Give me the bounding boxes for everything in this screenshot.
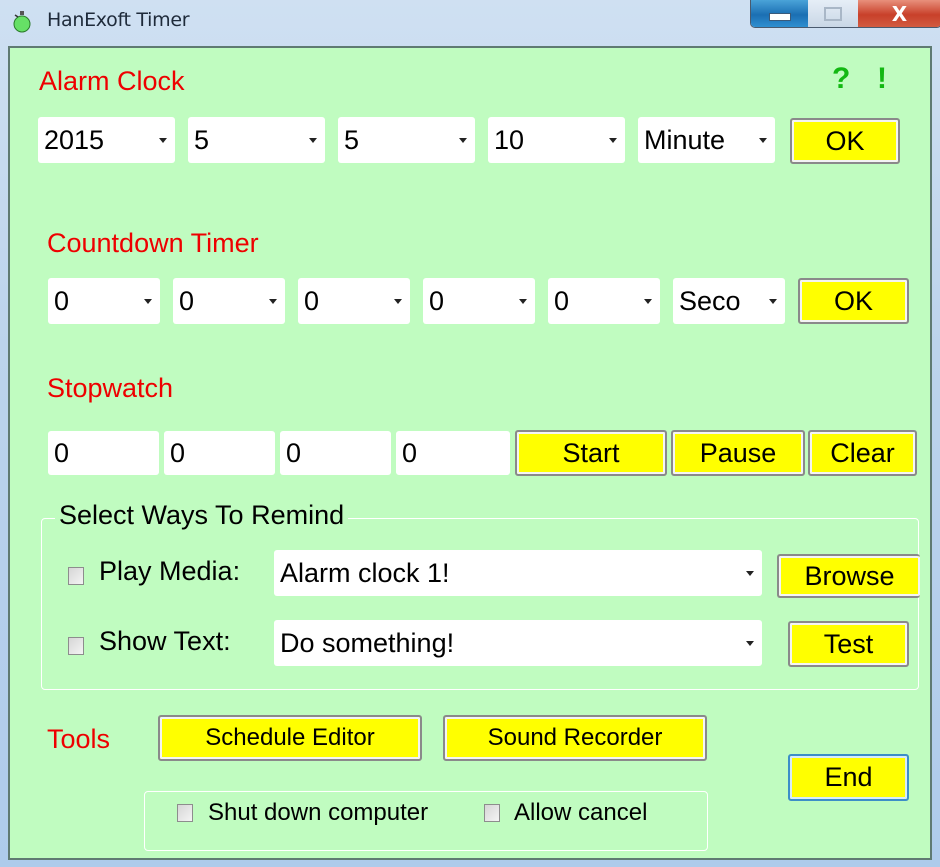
alarm-unit-value: Minute [644, 124, 726, 155]
show-text-select[interactable]: Do something! [274, 620, 762, 666]
chevron-down-icon [459, 137, 467, 143]
countdown-timer-title: Countdown Timer [47, 228, 259, 258]
stopwatch-pause-button[interactable]: Pause [671, 430, 805, 476]
countdown-value-4: 0 [429, 285, 445, 316]
alarm-clock-title: Alarm Clock [39, 66, 185, 96]
alarm-month-value: 5 [194, 124, 210, 155]
chevron-down-icon [269, 298, 277, 304]
alarm-year-select[interactable]: 2015 [38, 117, 175, 163]
stopwatch-title: Stopwatch [47, 373, 174, 403]
show-text-value: Do something! [280, 627, 455, 658]
chevron-down-icon [144, 298, 152, 304]
countdown-value-2: 0 [179, 285, 195, 316]
stopwatch-start-button[interactable]: Start [515, 430, 667, 476]
play-media-checkbox[interactable] [68, 567, 84, 585]
show-text-checkbox[interactable] [68, 637, 84, 655]
play-media-select[interactable]: Alarm clock 1! [274, 550, 762, 596]
chevron-down-icon [394, 298, 402, 304]
chevron-down-icon [769, 298, 777, 304]
countdown-value-3: 0 [304, 285, 320, 316]
chevron-down-icon [746, 640, 754, 646]
stopwatch-ms-field[interactable]: 0 [396, 431, 510, 475]
countdown-unit-select[interactable]: Seco [673, 278, 785, 324]
countdown-select-3[interactable]: 0 [298, 278, 410, 324]
countdown-select-2[interactable]: 0 [173, 278, 285, 324]
schedule-editor-button[interactable]: Schedule Editor [158, 715, 422, 761]
countdown-value-1: 0 [54, 285, 70, 316]
show-text-label: Show Text: [99, 626, 231, 656]
maximize-button[interactable] [808, 0, 858, 27]
alarm-unit-select[interactable]: Minute [638, 117, 775, 163]
chevron-down-icon [159, 137, 167, 143]
countdown-select-4[interactable]: 0 [423, 278, 535, 324]
tools-title: Tools [47, 724, 111, 754]
stopwatch-minutes-field[interactable]: 0 [164, 431, 275, 475]
countdown-ok-button[interactable]: OK [798, 278, 909, 324]
main-panel: Alarm Clock ? ! 2015 5 5 10 Minute OK Co… [8, 46, 932, 860]
alarm-ok-button[interactable]: OK [790, 118, 900, 164]
chevron-down-icon [609, 137, 617, 143]
close-button[interactable]: X [858, 0, 940, 27]
end-button[interactable]: End [788, 754, 909, 801]
countdown-select-1[interactable]: 0 [48, 278, 160, 324]
window-title: HanExoft Timer [47, 9, 190, 31]
chevron-down-icon [759, 137, 767, 143]
shutdown-label: Shut down computer [208, 799, 429, 826]
test-button[interactable]: Test [788, 621, 909, 667]
browse-button[interactable]: Browse [777, 554, 920, 598]
stopwatch-seconds-field[interactable]: 0 [280, 431, 391, 475]
title-bar[interactable]: HanExoft Timer X [0, 0, 940, 44]
chevron-down-icon [309, 137, 317, 143]
alarm-day-select[interactable]: 5 [338, 117, 475, 163]
chevron-down-icon [644, 298, 652, 304]
minimize-icon [768, 12, 791, 21]
alarm-time-value: 10 [494, 124, 525, 155]
shutdown-checkbox[interactable] [177, 804, 193, 822]
allow-cancel-label: Allow cancel [514, 799, 648, 826]
play-media-value: Alarm clock 1! [280, 557, 450, 588]
countdown-select-5[interactable]: 0 [548, 278, 660, 324]
play-media-label: Play Media: [99, 556, 241, 586]
alarm-day-value: 5 [344, 124, 360, 155]
allow-cancel-checkbox[interactable] [484, 804, 500, 822]
chevron-down-icon [519, 298, 527, 304]
maximize-icon [824, 6, 842, 21]
alarm-year-value: 2015 [44, 124, 105, 155]
remind-group-title: Select Ways To Remind [55, 500, 349, 531]
help-icon[interactable]: ? [832, 62, 850, 96]
chevron-down-icon [746, 570, 754, 576]
stopwatch-icon [13, 11, 31, 33]
about-icon[interactable]: ! [877, 62, 887, 96]
countdown-value-5: 0 [554, 285, 570, 316]
minimize-button[interactable] [751, 0, 808, 27]
stopwatch-hours-field[interactable]: 0 [48, 431, 159, 475]
alarm-month-select[interactable]: 5 [188, 117, 325, 163]
sound-recorder-button[interactable]: Sound Recorder [443, 715, 707, 761]
stopwatch-clear-button[interactable]: Clear [808, 430, 917, 476]
close-icon: X [891, 1, 908, 26]
countdown-unit-value: Seco [679, 285, 741, 316]
window-controls: X [750, 0, 940, 28]
alarm-time-select[interactable]: 10 [488, 117, 625, 163]
